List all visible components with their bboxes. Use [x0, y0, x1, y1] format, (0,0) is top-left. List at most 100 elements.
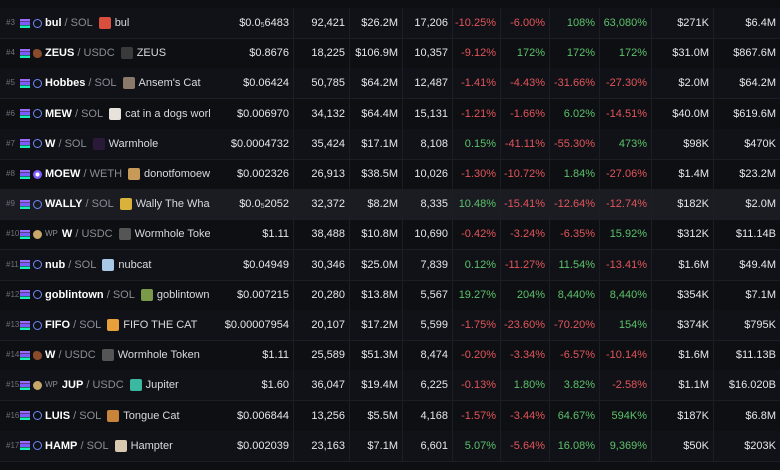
price-value: $0.04949 [243, 258, 289, 271]
pair-name-cell[interactable]: #17 HAMP / SOL Hampter [0, 431, 210, 461]
market-cap-cell: $64.2M [739, 77, 776, 90]
table-row[interactable]: #14 W / USDC Wormhole Token $1.11 25,589 $51.… [0, 340, 780, 372]
wp-badge: WP [45, 229, 58, 239]
pair-name-cell[interactable]: #10 WP W / USDC Wormhole Token [0, 219, 210, 249]
pair-name-cell[interactable]: #9 WALLY / SOL Wally The Whale [0, 189, 210, 219]
quote-symbol: SOL [79, 409, 102, 422]
token-name: Warmhole [108, 137, 159, 150]
table-row[interactable]: #3 bul / SOL bul $0.056483 92,421 $26.2M 17,20… [0, 8, 780, 39]
change-24h-cell: -14.51% [600, 98, 652, 129]
txns-cell: 92,421 [294, 8, 350, 38]
liquidity-cell: $50K [652, 430, 714, 461]
table-row[interactable]: #4 ZEUS / USDC ZEUS $0.8676 18,225 $106.9M 10,… [0, 38, 780, 70]
table-row[interactable]: #7 W / SOL Warmhole $0.0004732 35,424 $17.1M 8… [0, 128, 780, 160]
table-row[interactable]: #5 Hobbes / SOL Ansem's Cat $0.06424 50,785 $… [0, 68, 780, 100]
price-cell: $1.60 [210, 370, 294, 401]
table-row[interactable]: #15 WP JUP / USDC Jupiter $1.60 36,047 $19.4M 6… [0, 370, 780, 402]
change-24h-cell: 172% [600, 38, 652, 69]
change-1h-cell: -6.00% [501, 8, 550, 38]
table-row[interactable]: #11 nub / SOL nubcat $0.04949 30,346 $25.0M 7,… [0, 249, 780, 281]
quote-symbol: USDC [81, 228, 113, 241]
table-row[interactable]: #8 MOEW / WETH donotfomoew $0.002326 26,913 $… [0, 159, 780, 190]
pair-name-cell[interactable]: #16 LUIS / SOL Tongue Cat [0, 401, 210, 431]
base-symbol: LUIS [45, 409, 71, 422]
volume-cell: $106.9M [350, 38, 403, 69]
change-6h-cell: -55.30% [550, 128, 600, 159]
pair-name-cell[interactable]: #11 nub / SOL nubcat [0, 250, 210, 280]
pair-name-cell[interactable]: #8 MOEW / WETH donotfomoew [0, 159, 210, 189]
pair-separator: / [77, 439, 87, 452]
volume-cell: $13.8M [350, 279, 403, 310]
table-row[interactable]: #6 MEW / SOL cat in a dogs world $0.006970 3… [0, 98, 780, 130]
change-5m-cell: 10.48% [453, 189, 501, 220]
volume-cell: $38.5M [350, 159, 403, 189]
price-value: $0.0004732 [230, 137, 289, 150]
token-name: Jupiter [145, 379, 179, 392]
rank-label: #17 [6, 440, 20, 450]
change-6h-cell: -31.66% [550, 68, 600, 99]
pair-name-cell[interactable]: #3 bul / SOL bul [0, 8, 210, 38]
change-24h-cell: 594K% [600, 400, 652, 431]
table-row[interactable]: #10 WP W / USDC Wormhole Token $1.11 38,488 $1… [0, 219, 780, 251]
token-name: Hampter [130, 439, 173, 452]
price-value: $0.0 [239, 17, 261, 29]
token-logo [109, 107, 122, 120]
token-logo [102, 258, 115, 271]
volume-cell: $51.3M [350, 340, 403, 371]
pair-separator: / [55, 137, 65, 150]
change-6h-cell: 64.67% [550, 400, 600, 431]
table-row[interactable]: #17 HAMP / SOL Hampter $0.002039 23,163 $7.1M… [0, 430, 780, 462]
volume-cell: $8.2M [350, 189, 403, 220]
dex-icon [33, 48, 42, 58]
change-6h-cell: 11.54% [550, 249, 600, 280]
table-row[interactable]: #12 goblintown / SOL goblintown $0.007215 20… [0, 279, 780, 311]
price-cell: $0.002039 [210, 430, 294, 461]
price-value: $1.11 [262, 349, 289, 362]
pair-name-cell[interactable]: #14 W / USDC Wormhole Token [0, 340, 210, 370]
liquidity-cell: $374K [652, 310, 714, 340]
market-cap-cell: $6.8M [745, 409, 776, 422]
pair-separator: / [55, 349, 65, 362]
dex-icon [33, 109, 42, 119]
volume-cell: $17.1M [350, 128, 403, 159]
pair-name-cell[interactable]: #12 goblintown / SOL goblintown [0, 280, 210, 310]
token-name: FIFO THE CAT [123, 319, 198, 332]
change-1h-cell: -41.11% [501, 128, 550, 159]
change-24h-cell: -27.06% [600, 159, 652, 189]
change-24h-cell: 15.92% [600, 219, 652, 250]
table-row[interactable]: #13 FIFO / SOL FIFO THE CAT $0.00007954 20,1… [0, 310, 780, 341]
volume-cell: $26.2M [350, 8, 403, 38]
price-cell: $1.11 [210, 219, 294, 250]
change-24h-cell: -12.74% [600, 189, 652, 220]
txns-cell: 35,424 [294, 128, 350, 159]
table-row[interactable]: #9 WALLY / SOL Wally The Whale $0.052052 32,… [0, 189, 780, 221]
token-name: Tongue Cat [123, 409, 180, 422]
change-24h-cell: -13.41% [600, 249, 652, 280]
pair-name-cell[interactable]: #13 FIFO / SOL FIFO THE CAT [0, 310, 210, 340]
pair-name-cell[interactable]: #4 ZEUS / USDC ZEUS [0, 38, 210, 68]
price-cell: $0.052052 [210, 189, 294, 220]
change-1h-cell: -3.44% [501, 400, 550, 431]
pair-name-cell[interactable]: #15 WP JUP / USDC Jupiter [0, 370, 210, 400]
price-value: $0.002326 [237, 168, 289, 180]
pair-name-cell[interactable]: #5 Hobbes / SOL Ansem's Cat [0, 68, 210, 98]
change-24h-cell: 63,080% [600, 8, 652, 38]
solana-chain-icon [20, 441, 30, 451]
solana-chain-icon [20, 169, 30, 179]
pair-separator: / [103, 288, 113, 301]
rank-label: #12 [6, 289, 20, 299]
change-24h-cell: 473% [600, 128, 652, 159]
table-row[interactable]: #16 LUIS / SOL Tongue Cat $0.006844 13,256 $5… [0, 400, 780, 432]
pair-name-cell[interactable]: #6 MEW / SOL cat in a dogs world [0, 99, 210, 129]
solana-chain-icon [20, 350, 30, 360]
dex-icon [33, 411, 42, 421]
change-24h-cell: 9,369% [600, 430, 652, 461]
token-logo [107, 319, 120, 332]
price-cell: $0.00007954 [210, 310, 294, 340]
change-5m-cell: 19.27% [453, 279, 501, 310]
pair-name-cell[interactable]: #7 W / SOL Warmhole [0, 129, 210, 159]
pair-separator: / [85, 77, 95, 90]
liquidity-cell: $31.0M [652, 38, 714, 69]
makers-cell: 17,206 [403, 8, 453, 38]
dex-icon [33, 320, 42, 330]
